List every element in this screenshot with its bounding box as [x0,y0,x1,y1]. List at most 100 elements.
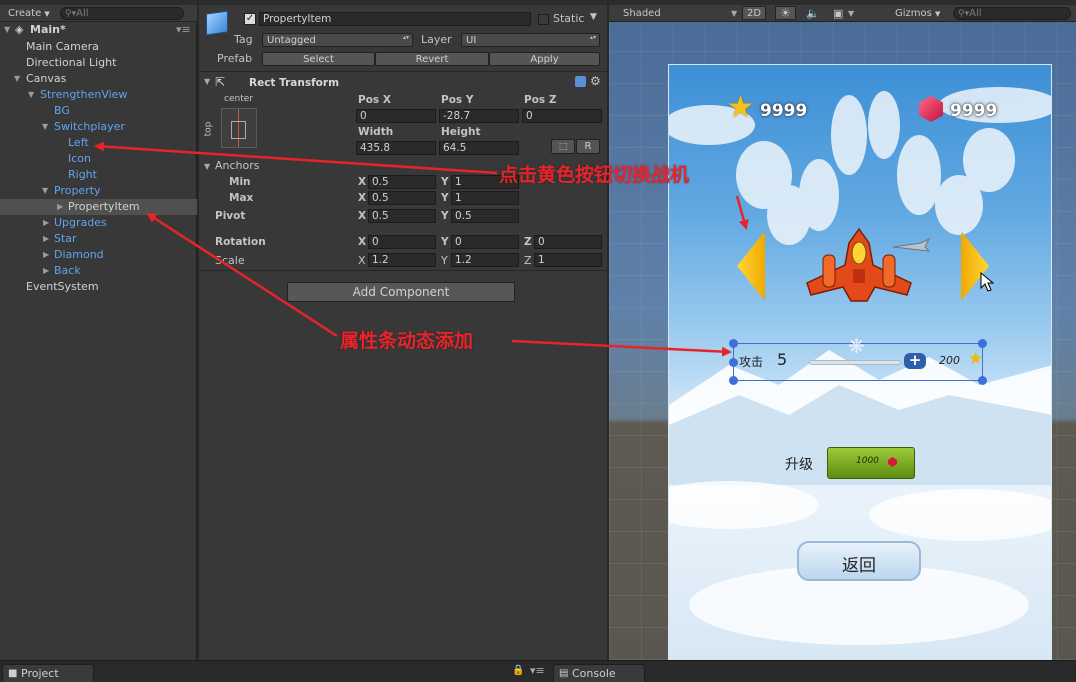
hierarchy-item[interactable]: ▶ Star [0,231,197,247]
hierarchy-item[interactable]: Left [0,135,197,151]
anchor-min-x-field[interactable]: 0.5 [368,175,436,189]
hierarchy-item[interactable]: Directional Light [0,55,197,71]
item-label: Property [54,184,101,197]
anchor-max-y-field[interactable]: 1 [451,191,519,205]
scale-y-field[interactable]: 1.2 [451,253,519,267]
pivot-x-field[interactable]: 0.5 [368,209,436,223]
scene-search-input[interactable]: ⚲▾All [953,7,1071,20]
expand-arrow-icon[interactable]: ▼ [28,87,34,103]
item-label: Main Camera [26,40,99,53]
resize-handle[interactable] [729,376,738,385]
divider [199,71,607,72]
gizmos-dropdown[interactable]: Gizmos ▼ [891,6,944,21]
pos-y-field[interactable]: -28.7 [439,109,519,123]
hierarchy-item[interactable]: EventSystem [0,279,197,295]
2d-toggle[interactable]: 2D [742,6,767,20]
shading-mode-label: Shaded [623,8,661,19]
static-label: Static [553,12,585,25]
blueprint-mode-button[interactable]: ⬚ [551,139,575,154]
hierarchy-item[interactable]: ▼ Switchplayer [0,119,197,135]
back-button[interactable]: 返回 [797,541,921,581]
expand-arrow-icon[interactable]: ▼ [4,22,10,38]
expand-arrow-icon[interactable]: ▼ [42,183,48,199]
audio-icon[interactable]: 🔈 [802,6,824,21]
scale-z-field[interactable]: 1 [534,253,602,267]
upgrade-button[interactable]: 1000 [827,447,915,479]
prefab-select-button[interactable]: Select [262,52,375,66]
pos-y-label: Pos Y [441,94,474,106]
anchor-preset-button[interactable] [221,108,257,148]
x-label: X [358,236,367,248]
rotation-x-field[interactable]: 0 [368,235,436,249]
attack-progress-track [809,360,901,365]
rotation-z-field[interactable]: 0 [534,235,602,249]
shading-dropdown-arrow-icon[interactable]: ▼ [727,6,741,21]
prefab-apply-button[interactable]: Apply [489,52,600,66]
hierarchy-item[interactable]: ▼ StrengthenView [0,87,197,103]
effects-dropdown-icon[interactable]: ▼ [844,6,858,21]
raw-edit-button[interactable]: R [576,139,600,154]
star-count: 9999 [760,101,808,121]
dotted-rect-icon: ⬚ [558,142,568,152]
divider [199,270,607,271]
help-icon[interactable] [575,76,586,87]
height-field[interactable]: 64.5 [439,141,519,155]
scene-menu-icon[interactable]: ▾≡ [176,22,191,38]
expand-arrow-icon[interactable]: ▼ [14,71,20,87]
scale-x-field[interactable]: 1.2 [368,253,436,267]
pos-z-field[interactable]: 0 [522,109,602,123]
property-item-bounds[interactable]: 攻击 5 ❋ + 200 ★ [729,336,987,385]
panel-menu-icon[interactable]: ▾≡ [530,664,545,677]
layer-dropdown[interactable]: UI [461,33,600,47]
anchor-min-label: Min [229,176,251,188]
tag-dropdown[interactable]: Untagged [262,33,413,47]
foldout-arrow-icon[interactable]: ▼ [204,162,210,171]
collapse-arrow-icon[interactable]: ▶ [43,231,49,247]
hierarchy-item[interactable]: Right [0,167,197,183]
static-dropdown-icon[interactable]: ▼ [590,12,597,22]
pos-x-field[interactable]: 0 [356,109,436,123]
hierarchy-item[interactable]: ▶ Diamond [0,247,197,263]
collapse-arrow-icon[interactable]: ▶ [43,247,49,263]
lock-icon[interactable]: 🔒 [512,665,524,676]
hierarchy-search-input[interactable]: ⚲▾All [60,7,184,20]
resize-handle[interactable] [978,376,987,385]
resize-handle[interactable] [729,339,738,348]
foldout-arrow-icon[interactable]: ▼ [204,77,210,86]
create-dropdown[interactable]: Create ▼ [4,6,54,21]
resize-handle[interactable] [978,339,987,348]
prefab-revert-button[interactable]: Revert [375,52,489,66]
add-component-button[interactable]: Add Component [287,282,515,302]
anchor-max-x-field[interactable]: 0.5 [368,191,436,205]
active-checkbox[interactable]: ✓ [244,13,256,25]
hierarchy-item[interactable]: Main Camera [0,39,197,55]
hierarchy-item[interactable]: Icon [0,151,197,167]
width-field[interactable]: 435.8 [356,141,436,155]
hierarchy-item[interactable]: ▶ Back [0,263,197,279]
static-checkbox[interactable] [538,14,549,25]
console-tab[interactable]: ▤ Console [553,664,645,682]
lighting-sun-icon[interactable]: ☀ [775,6,796,20]
scene-root-row[interactable]: ▼ ◈ Main* ▾≡ [0,22,197,38]
gear-icon[interactable]: ⚙ [590,74,601,88]
collapse-arrow-icon[interactable]: ▶ [43,215,49,231]
collapse-arrow-icon[interactable]: ▶ [57,199,63,215]
pivot-y-field[interactable]: 0.5 [451,209,519,223]
object-name-field[interactable]: PropertyItem [259,12,531,26]
scene-viewport[interactable]: ★ 9999 9999 攻击 5 ❋ + 200 ★ 升级 1000 返回 [609,22,1076,660]
mouse-cursor-icon [980,272,994,292]
attack-upgrade-cost: 200 [939,354,960,367]
project-tab[interactable]: ■ Project [2,664,94,682]
hierarchy-item[interactable]: BG [0,103,197,119]
hierarchy-item-selected[interactable]: ▶ PropertyItem [0,199,197,215]
shading-mode-dropdown[interactable]: Shaded [619,6,665,21]
hierarchy-item[interactable]: ▼ Canvas [0,71,197,87]
collapse-arrow-icon[interactable]: ▶ [43,263,49,279]
hierarchy-item[interactable]: ▶ Upgrades [0,215,197,231]
rotation-y-field[interactable]: 0 [451,235,519,249]
attack-plus-button[interactable]: + [904,353,926,369]
expand-arrow-icon[interactable]: ▼ [42,119,48,135]
hierarchy-item[interactable]: ▼ Property [0,183,197,199]
inspector-tab[interactable] [199,0,607,5]
resize-handle[interactable] [729,358,738,367]
